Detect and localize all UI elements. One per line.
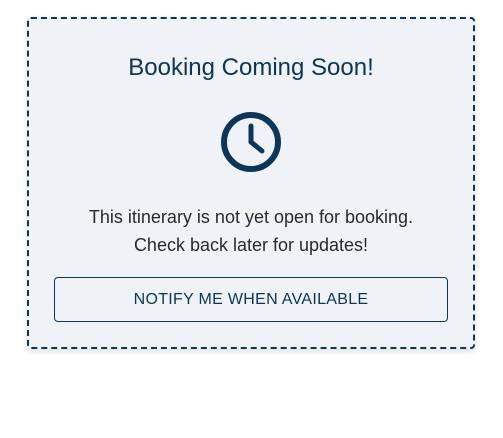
booking-card: Booking Coming Soon! This itinerary is n… [27, 17, 475, 349]
message-line-2: Check back later for updates! [133, 235, 369, 255]
notify-button[interactable]: NOTIFY ME WHEN AVAILABLE [54, 277, 448, 322]
message-line-1: This itinerary is not yet open for booki… [88, 207, 414, 227]
card-title: Booking Coming Soon! [128, 54, 374, 81]
card-message: This itinerary is not yet open for booki… [29, 203, 473, 259]
clock-icon [221, 112, 281, 172]
